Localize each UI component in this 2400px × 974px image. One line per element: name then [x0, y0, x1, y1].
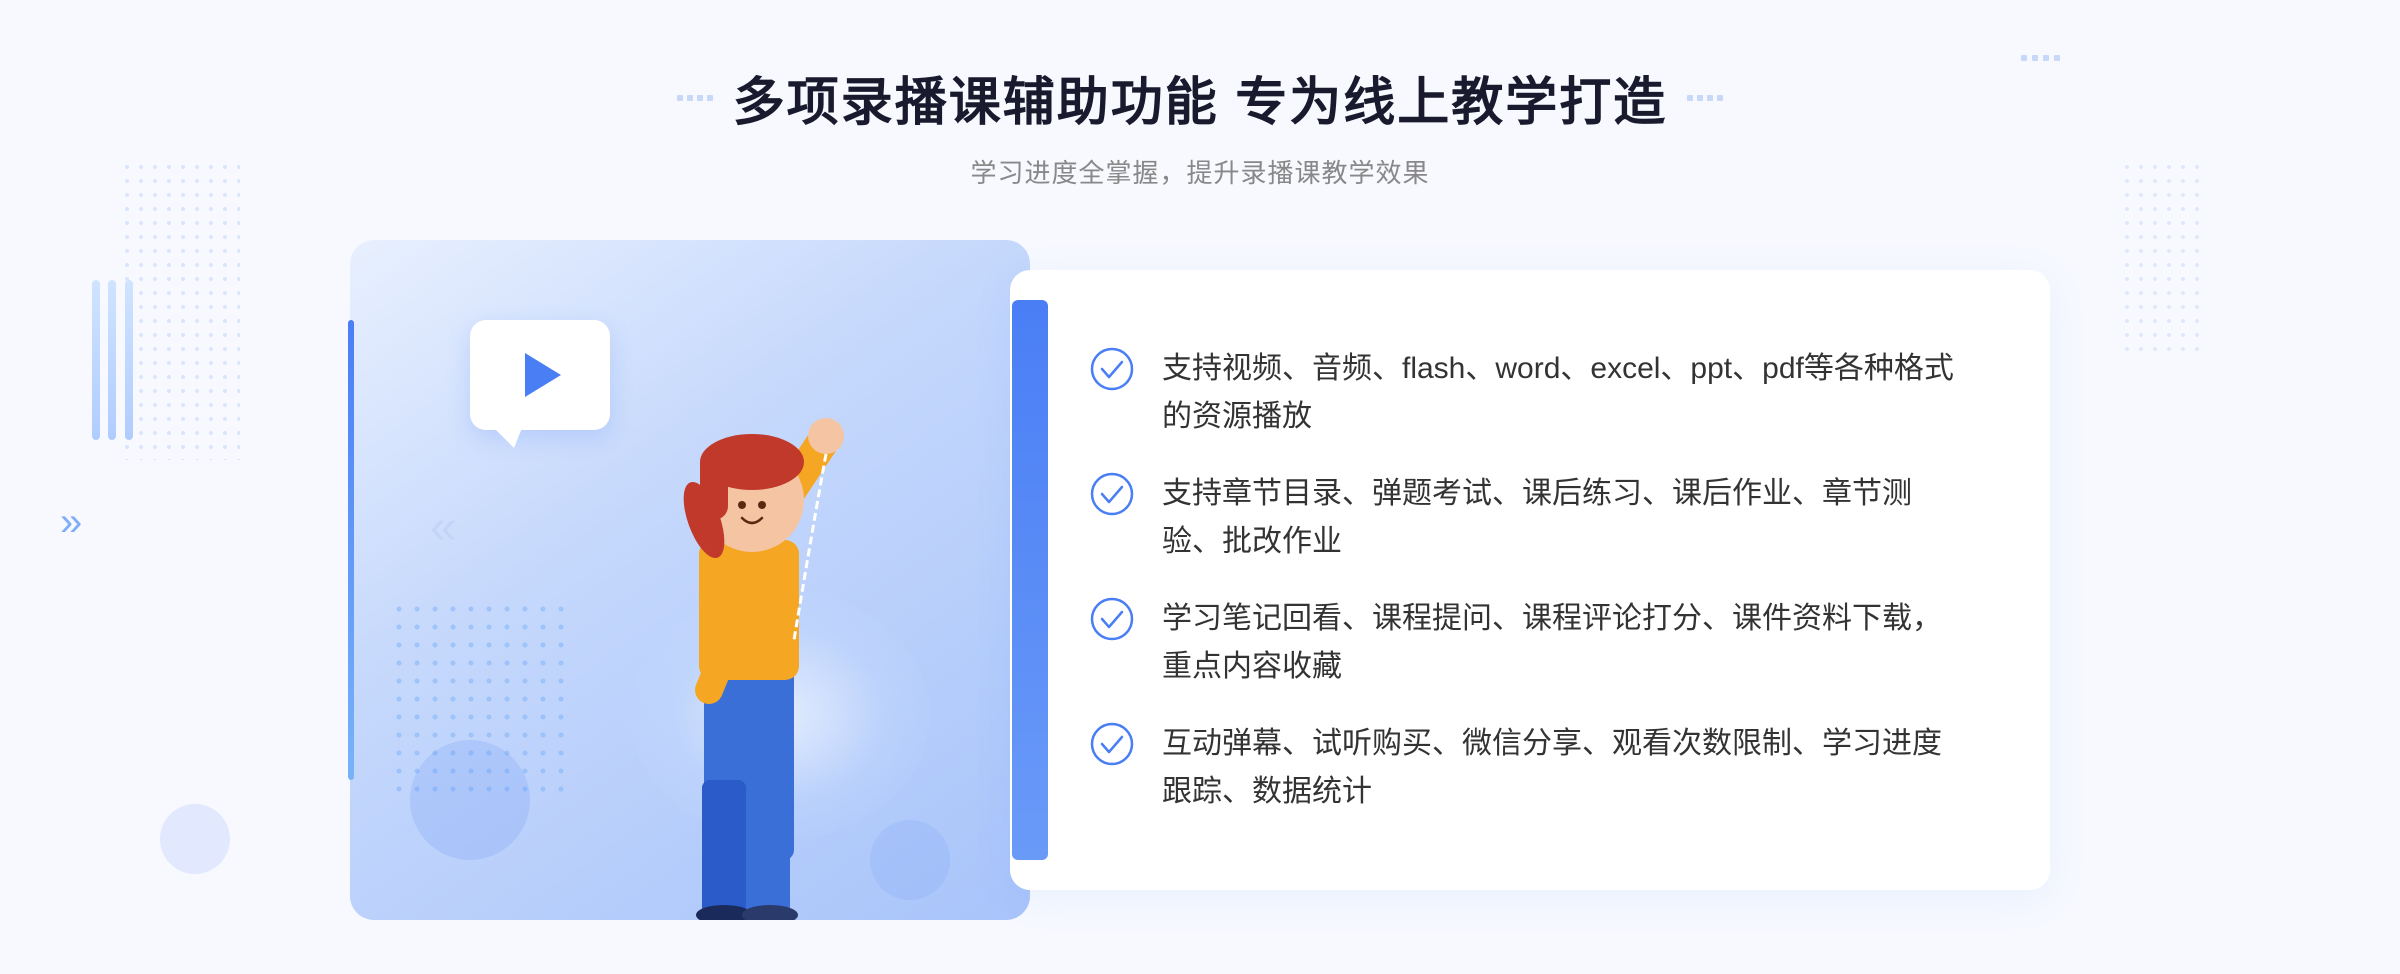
vertical-accent: [348, 320, 354, 780]
page-subtitle: 学习进度全掌握，提升录播课教学效果: [677, 153, 1723, 190]
header-title-row: 多项录播课辅助功能 专为线上教学打造: [677, 60, 1723, 135]
page-wrapper: » 多项录播课辅助功能 专为线上教学打造 学习进度全掌握，提升录播课教学效果: [0, 0, 2400, 974]
top-right-decoration: [2021, 55, 2060, 61]
cylinder-decoration: [90, 280, 140, 440]
blue-accent-bar: [1012, 300, 1048, 860]
bottom-left-circle-decoration: [160, 804, 230, 874]
arrow-left-decoration: »: [60, 500, 82, 545]
feature-text-1: 支持视频、音频、flash、word、excel、ppt、pdf等各种格式的资源…: [1162, 345, 1970, 441]
feature-item-3: 学习笔记回看、课程提问、课程评论打分、课件资料下载，重点内容收藏: [1090, 595, 1970, 691]
dots-decoration-right: [2120, 160, 2200, 360]
check-icon-2: [1090, 472, 1134, 516]
feature-item-4: 互动弹幕、试听购买、微信分享、观看次数限制、学习进度跟踪、数据统计: [1090, 720, 1970, 816]
feature-item-2: 支持章节目录、弹题考试、课后练习、课后作业、章节测验、批改作业: [1090, 470, 1970, 566]
illustration-card: «: [350, 240, 1030, 920]
header-decorator-left: [677, 95, 713, 101]
person-figure: [594, 360, 914, 920]
inner-chevrons-decoration: «: [430, 500, 457, 555]
features-panel: 支持视频、音频、flash、word、excel、ppt、pdf等各种格式的资源…: [1010, 270, 2050, 890]
feature-text-2: 支持章节目录、弹题考试、课后练习、课后作业、章节测验、批改作业: [1162, 470, 1970, 566]
page-title: 多项录播课辅助功能 专为线上教学打造: [733, 60, 1667, 135]
feature-item-1: 支持视频、音频、flash、word、excel、ppt、pdf等各种格式的资源…: [1090, 345, 1970, 441]
play-icon: [525, 353, 561, 397]
check-icon-1: [1090, 347, 1134, 391]
feature-text-4: 互动弹幕、试听购买、微信分享、观看次数限制、学习进度跟踪、数据统计: [1162, 720, 1970, 816]
check-icon-4: [1090, 722, 1134, 766]
main-content: «: [350, 240, 2050, 920]
feature-text-3: 学习笔记回看、课程提问、课程评论打分、课件资料下载，重点内容收藏: [1162, 595, 1970, 691]
header-section: 多项录播课辅助功能 专为线上教学打造 学习进度全掌握，提升录播课教学效果: [677, 60, 1723, 190]
header-decorator-right: [1687, 95, 1723, 101]
circle-decoration-1: [410, 740, 530, 860]
check-icon-3: [1090, 597, 1134, 641]
play-bubble: [470, 320, 610, 430]
